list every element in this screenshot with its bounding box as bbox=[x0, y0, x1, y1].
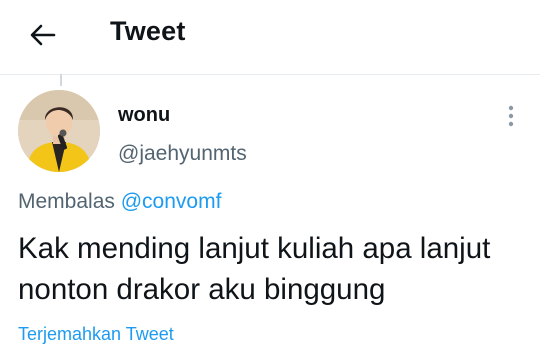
more-vertical-icon bbox=[508, 105, 514, 127]
back-button[interactable] bbox=[26, 18, 60, 52]
author-name[interactable]: wonu bbox=[118, 104, 170, 127]
author-handle[interactable]: @jaehyunmts bbox=[118, 142, 247, 166]
reply-mention-link[interactable]: @convomf bbox=[121, 190, 222, 213]
avatar[interactable] bbox=[18, 90, 100, 172]
profile-photo bbox=[18, 90, 100, 172]
more-options-button[interactable] bbox=[498, 100, 524, 132]
reply-context: Membalas @convomf bbox=[18, 190, 221, 214]
translate-tweet-link[interactable]: Terjemahkan Tweet bbox=[18, 324, 174, 345]
tweet-text: Kak mending lanjut kuliah apa lanjut non… bbox=[18, 232, 491, 306]
reply-prefix: Membalas bbox=[18, 190, 115, 213]
page-title: Tweet bbox=[110, 16, 186, 46]
arrow-left-icon bbox=[30, 24, 56, 46]
top-bar: Tweet bbox=[0, 0, 540, 74]
header-divider bbox=[0, 74, 540, 75]
thread-line bbox=[60, 74, 62, 86]
